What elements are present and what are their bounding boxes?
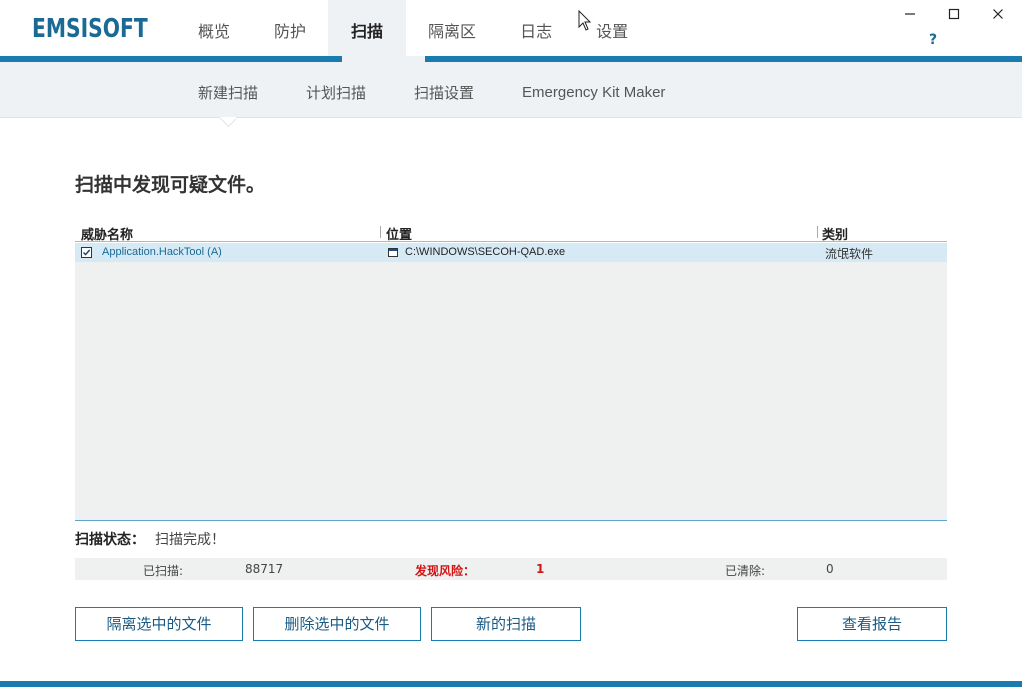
threat-table: 威胁名称 位置 类别 Application.HackTool (A) C:\W…: [75, 222, 947, 522]
executable-file-icon: [388, 248, 398, 257]
footer-accent-bar: [0, 681, 1022, 687]
mouse-cursor-icon: [578, 9, 592, 36]
risks-label: 发现风险：: [415, 564, 476, 578]
maximize-button[interactable]: [944, 4, 964, 24]
scan-stats-bar: 已扫描: 88717 发现风险： 1 已清除: 0: [75, 558, 947, 580]
scan-status-value: 扫描完成！: [155, 532, 225, 548]
view-report-button[interactable]: 查看报告: [797, 607, 947, 641]
title-bar: EMSISOFT 概览 防护 扫描 隔离区 日志 设置 ?: [0, 0, 1022, 62]
threat-name: Application.HackTool (A): [102, 246, 222, 258]
nav-overview[interactable]: 概览: [176, 0, 252, 62]
column-header-threat[interactable]: 威胁名称: [81, 224, 133, 243]
table-row[interactable]: Application.HackTool (A) C:\WINDOWS\SECO…: [75, 243, 947, 262]
nav-scan[interactable]: 扫描: [328, 0, 407, 62]
table-header: 威胁名称 位置 类别: [75, 222, 947, 243]
scan-status-label: 扫描状态：: [75, 532, 145, 548]
table-body: Application.HackTool (A) C:\WINDOWS\SECO…: [75, 243, 947, 521]
close-icon: [993, 9, 1003, 19]
scanned-value: 88717: [245, 562, 284, 576]
cleaned-value: 0: [826, 562, 834, 576]
new-scan-button[interactable]: 新的扫描: [431, 607, 581, 641]
cleaned-label: 已清除:: [725, 564, 766, 578]
subnav-emergency-kit-maker[interactable]: Emergency Kit Maker: [498, 62, 689, 118]
quarantine-selected-button[interactable]: 隔离选中的文件: [75, 607, 243, 641]
threat-location: C:\WINDOWS\SECOH-QAD.exe: [405, 246, 566, 258]
column-header-location[interactable]: 位置: [386, 224, 412, 243]
column-separator[interactable]: [817, 226, 818, 238]
threat-category: 流氓软件: [825, 247, 874, 261]
subnav-scan-settings[interactable]: 扫描设置: [390, 62, 498, 118]
page-title: 扫描中发现可疑文件。: [75, 174, 266, 196]
active-subnav-pointer: [220, 117, 236, 127]
sub-nav: 新建扫描 计划扫描 扫描设置 Emergency Kit Maker: [0, 62, 1022, 118]
nav-protection[interactable]: 防护: [252, 0, 328, 62]
scan-status: 扫描状态： 扫描完成！: [75, 529, 225, 549]
emsisoft-logo: EMSISOFT: [32, 14, 148, 44]
column-header-category[interactable]: 类别: [822, 224, 848, 243]
risks-value: 1: [536, 562, 545, 576]
minimize-icon: [905, 13, 915, 15]
row-checkbox[interactable]: [81, 247, 92, 258]
nav-quarantine[interactable]: 隔离区: [406, 0, 498, 62]
nav-logs[interactable]: 日志: [498, 0, 574, 62]
subnav-new-scan[interactable]: 新建扫描: [174, 62, 282, 118]
help-button[interactable]: ?: [924, 32, 942, 48]
checkmark-icon: [83, 249, 91, 256]
delete-selected-button[interactable]: 删除选中的文件: [253, 607, 421, 641]
column-separator[interactable]: [380, 226, 381, 238]
close-button[interactable]: [988, 4, 1008, 24]
minimize-button[interactable]: [900, 4, 920, 24]
subnav-scheduled-scan[interactable]: 计划扫描: [282, 62, 390, 118]
maximize-icon: [948, 8, 960, 20]
scanned-label: 已扫描:: [143, 564, 184, 578]
